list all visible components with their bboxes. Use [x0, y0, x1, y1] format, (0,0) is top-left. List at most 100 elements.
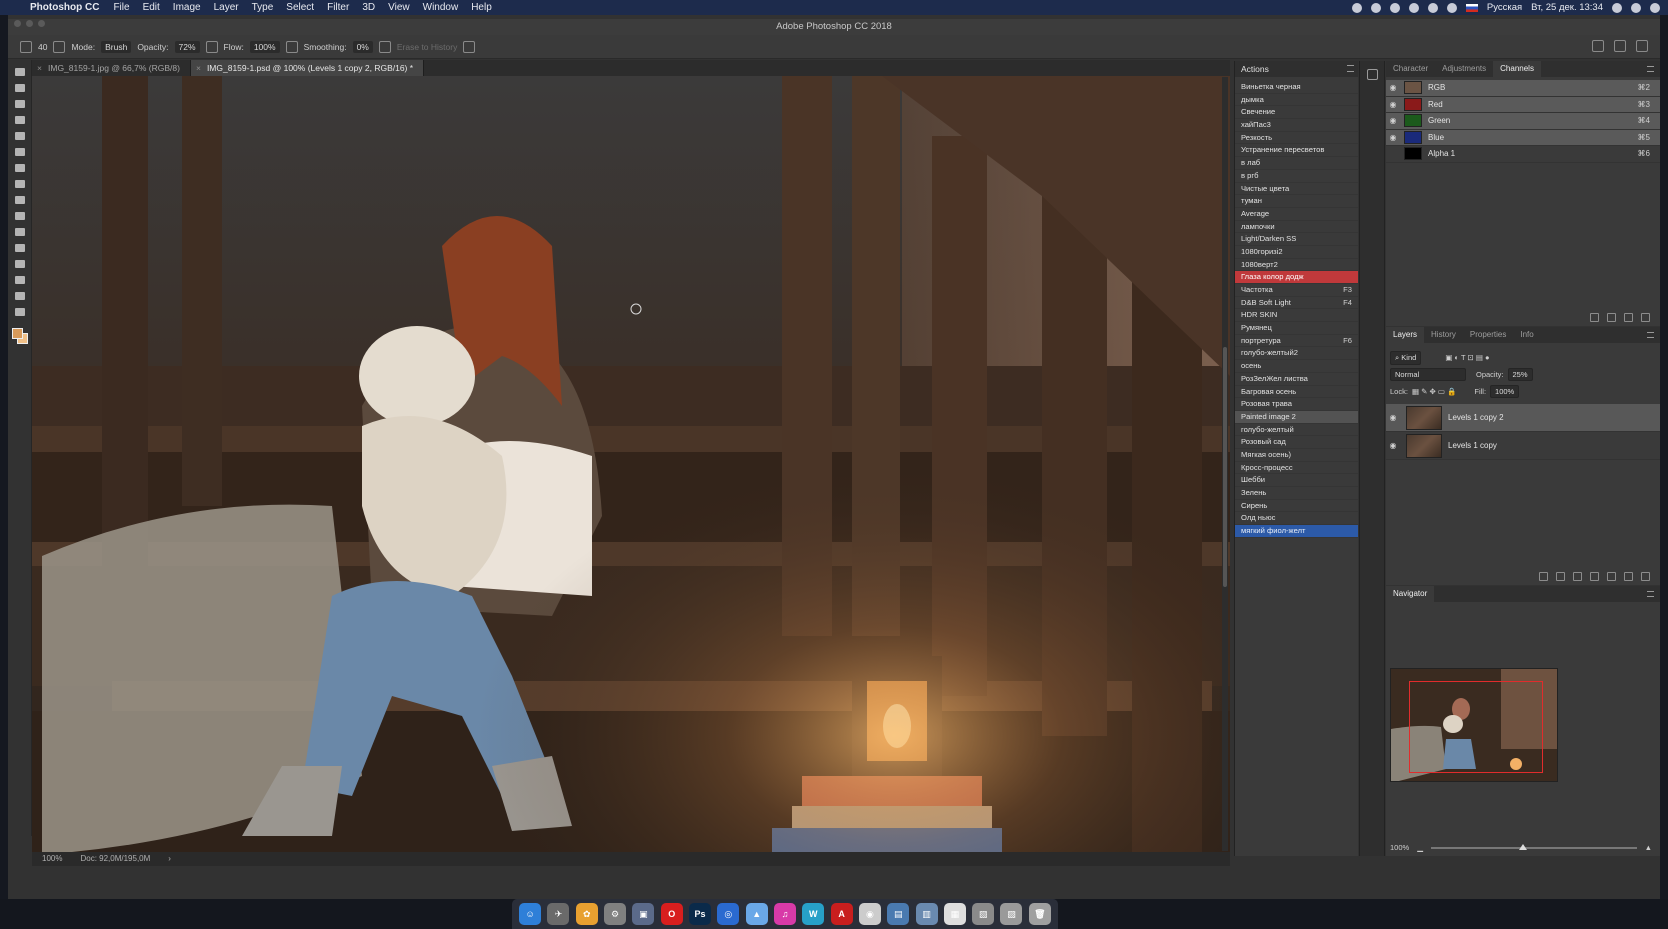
brush-preset-panel-icon[interactable]: [1366, 69, 1378, 80]
filter-icons[interactable]: ▣ ◐ T ⊡ ▤ ●: [1445, 353, 1489, 362]
action-item[interactable]: Мягкая осень): [1235, 449, 1358, 462]
finder-icon[interactable]: ☺: [519, 903, 542, 925]
menu-image[interactable]: Image: [173, 2, 201, 13]
notification-center-icon[interactable]: [1650, 2, 1660, 13]
itunes-icon[interactable]: ♫: [773, 903, 796, 925]
action-item[interactable]: HDR SKIN: [1235, 309, 1358, 323]
menu-select[interactable]: Select: [286, 2, 314, 13]
pen-tool-icon[interactable]: [14, 292, 25, 300]
layer-filter-select[interactable]: ⌕ Kind: [1390, 350, 1422, 365]
opera-icon[interactable]: O: [660, 903, 683, 925]
eraser-tool-icon[interactable]: [14, 212, 25, 220]
vpn-icon[interactable]: ▲: [745, 903, 768, 925]
zoom-out-icon[interactable]: ▁: [1417, 843, 1423, 852]
tab-character[interactable]: Character: [1386, 61, 1435, 77]
action-item[interactable]: Light/Darken SS: [1235, 233, 1358, 246]
mixer-brush-tool-icon[interactable]: [14, 164, 25, 172]
menu-layer[interactable]: Layer: [214, 2, 239, 13]
tab-properties[interactable]: Properties: [1463, 327, 1513, 343]
status-doc-size[interactable]: Doc: 92,0M/195,0M: [80, 852, 150, 866]
folder-icon[interactable]: ▤: [887, 903, 910, 925]
actions-title[interactable]: Actions: [1241, 64, 1269, 74]
action-item[interactable]: осень: [1235, 360, 1358, 373]
erase-to-history-checkbox[interactable]: Erase to History: [397, 42, 457, 52]
action-item[interactable]: Виньетка черная: [1235, 81, 1358, 94]
navigator-zoom-slider[interactable]: [1430, 843, 1637, 850]
gradient-tool-icon[interactable]: [14, 228, 25, 236]
pressure-opacity-icon[interactable]: [205, 40, 218, 53]
menu-help[interactable]: Help: [471, 2, 492, 13]
action-item[interactable]: в лаб: [1235, 157, 1358, 170]
stack-icon[interactable]: ▨: [1000, 903, 1023, 925]
action-item[interactable]: Олд ньюс: [1235, 512, 1358, 526]
screenshot-icon[interactable]: ▧: [972, 903, 995, 925]
tab-psd-document[interactable]: × IMG_8159-1.psd @ 100% (Levels 1 copy 2,…: [190, 60, 425, 76]
tab-info[interactable]: Info: [1513, 327, 1540, 343]
status-arrow-icon[interactable]: ›: [168, 852, 171, 866]
action-item[interactable]: Свечение: [1235, 106, 1358, 120]
app-name-menu[interactable]: Photoshop CC: [30, 2, 99, 13]
search-icon[interactable]: [1592, 40, 1604, 52]
marquee-tool-icon[interactable]: [14, 68, 25, 76]
paint-bucket-tool-icon[interactable]: [14, 244, 25, 252]
menu-type[interactable]: Type: [252, 2, 274, 13]
action-item[interactable]: дымка: [1235, 94, 1358, 107]
brush-settings-icon[interactable]: [53, 40, 66, 53]
smoothing-gear-icon[interactable]: [378, 40, 391, 53]
menu-window[interactable]: Window: [423, 2, 459, 13]
save-selection-icon[interactable]: [1607, 313, 1616, 322]
visibility-eye-icon[interactable]: ◉: [1386, 116, 1400, 125]
action-item[interactable]: голубо-желтый: [1235, 424, 1358, 437]
tab-history[interactable]: History: [1424, 327, 1463, 343]
menu-edit[interactable]: Edit: [143, 2, 160, 13]
action-item[interactable]: Зелень: [1235, 487, 1358, 500]
trash-icon[interactable]: 🗑: [1028, 903, 1051, 925]
action-item[interactable]: Багровая осень: [1235, 386, 1358, 399]
zoom-slider-thumb[interactable]: [1519, 843, 1528, 850]
dodge-tool-icon[interactable]: [14, 260, 25, 268]
action-item[interactable]: Резкость: [1235, 132, 1358, 145]
visibility-eye-icon[interactable]: ◉: [1386, 441, 1400, 450]
fill-field[interactable]: 100%: [1490, 385, 1520, 398]
tab-channels[interactable]: Channels: [1493, 61, 1541, 77]
canvas-vertical-scrollbar[interactable]: [1222, 77, 1228, 851]
panel-menu-icon[interactable]: [1347, 65, 1354, 72]
mode-select[interactable]: Brush: [101, 40, 132, 53]
input-language[interactable]: Русская: [1487, 2, 1522, 13]
foreground-color-swatch[interactable]: [12, 328, 23, 339]
action-item[interactable]: туман: [1235, 195, 1358, 208]
workspace-icon[interactable]: [1614, 40, 1626, 52]
flow-field[interactable]: 100%: [249, 40, 280, 53]
airplay-icon[interactable]: [1408, 2, 1419, 13]
safari-icon[interactable]: ◎: [717, 903, 740, 925]
load-selection-icon[interactable]: [1590, 313, 1599, 322]
panel-menu-icon[interactable]: [1647, 591, 1654, 597]
link-layers-icon[interactable]: [1539, 572, 1548, 581]
action-item[interactable]: РозЗелЖел листва: [1235, 373, 1358, 386]
action-item[interactable]: мягкий фиол-желт: [1235, 525, 1358, 538]
menu-filter[interactable]: Filter: [327, 2, 349, 13]
action-item[interactable]: Сирень: [1235, 500, 1358, 513]
clone-stamp-tool-icon[interactable]: [14, 180, 25, 188]
channel-row[interactable]: Alpha 1 ⌘6: [1386, 146, 1660, 163]
type-tool-icon[interactable]: [14, 308, 25, 316]
delete-layer-icon[interactable]: [1641, 572, 1650, 581]
add-mask-icon[interactable]: [1573, 572, 1582, 581]
new-group-icon[interactable]: [1607, 572, 1616, 581]
blur-tool-icon[interactable]: [14, 276, 25, 284]
menu-file[interactable]: File: [113, 2, 129, 13]
siri-icon[interactable]: [1631, 2, 1641, 13]
spotlight-search-icon[interactable]: [1612, 2, 1622, 13]
layer-name[interactable]: Levels 1 copy: [1448, 441, 1497, 450]
dropbox-icon[interactable]: [1389, 2, 1400, 13]
action-item[interactable]: в ргб: [1235, 170, 1358, 183]
share-icon[interactable]: [1636, 40, 1648, 52]
healing-tool-icon[interactable]: [14, 132, 25, 140]
document-icon[interactable]: ▦: [943, 903, 966, 925]
word-app-icon[interactable]: W: [802, 903, 825, 925]
channel-row[interactable]: ◉ RGB ⌘2: [1386, 80, 1660, 97]
navigator-view-frame[interactable]: [1409, 681, 1543, 773]
smoothing-field[interactable]: 0%: [352, 40, 373, 53]
action-item[interactable]: Глаза колор додж: [1235, 271, 1358, 284]
airbrush-icon[interactable]: [285, 40, 298, 53]
